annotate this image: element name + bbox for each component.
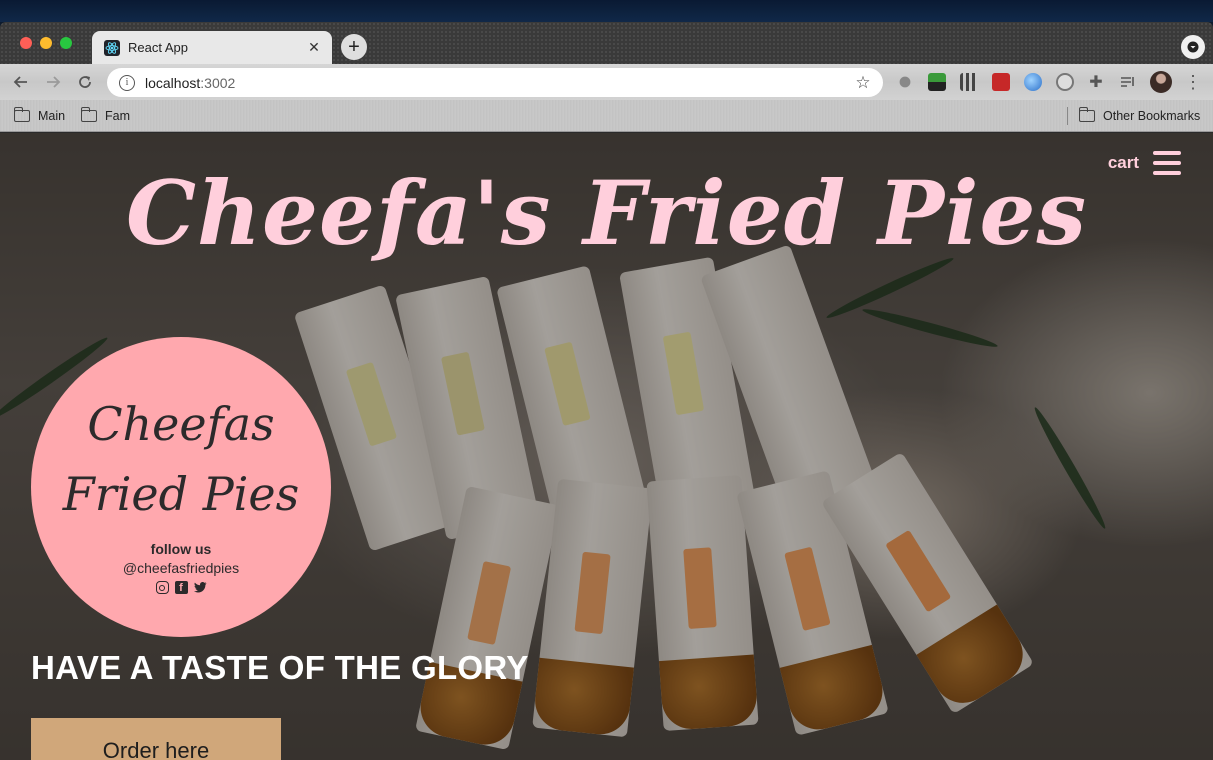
bookmark-label: Main (38, 109, 66, 123)
reading-list-icon[interactable] (1116, 70, 1140, 94)
new-tab-button[interactable]: + (341, 34, 367, 60)
folder-icon (80, 107, 97, 122)
bug-extension-icon[interactable] (896, 73, 914, 91)
back-arrow-icon[interactable] (9, 70, 33, 94)
folder-icon (1078, 107, 1095, 122)
columns-extension-icon[interactable] (960, 73, 978, 91)
twitter-icon[interactable] (193, 581, 207, 594)
cart-nav[interactable]: cart (1108, 151, 1181, 175)
other-bookmarks-folder[interactable]: Other Bookmarks (1078, 106, 1201, 126)
reload-icon[interactable] (73, 70, 97, 94)
web-page: Cheefa's Fried Pies cart Cheefas Fried P… (0, 133, 1213, 760)
folder-icon (13, 107, 30, 122)
tab-react-app[interactable]: React App ✕ (92, 31, 332, 64)
url-text: localhost:3002 (145, 74, 236, 91)
logo-line-1: Cheefas (87, 397, 275, 451)
bookmark-folder-fam[interactable]: Fam (80, 106, 130, 126)
social-handle: @cheefasfriedpies (122, 560, 240, 576)
browser-toolbar: i localhost:3002 ☆ ✚ ⋮ (0, 64, 1213, 100)
hamburger-menu-icon[interactable] (1153, 151, 1181, 175)
site-title: Cheefa's Fried Pies (125, 161, 1087, 265)
brand-logo: Cheefas Fried Pies follow us @cheefasfri… (31, 337, 331, 637)
browser-window: React App ✕ + i localhost:3002 ☆ ✚ ⋮ Mai… (0, 22, 1213, 760)
minimize-window-button[interactable] (40, 37, 52, 49)
bookmark-star-icon[interactable]: ☆ (851, 73, 875, 93)
facebook-icon[interactable]: f (174, 581, 188, 594)
social-links: f (155, 581, 207, 594)
order-here-button[interactable]: Order here (31, 718, 281, 760)
cart-link[interactable]: cart (1108, 153, 1139, 173)
tab-search-button[interactable] (1181, 35, 1205, 59)
extensions-puzzle-icon[interactable]: ✚ (1084, 70, 1108, 94)
tab-strip: React App ✕ + (0, 22, 1213, 64)
hero-tagline: HAVE A TASTE OF THE GLORY (31, 649, 529, 686)
tab-title: React App (128, 40, 188, 55)
bookmark-label: Other Bookmarks (1103, 109, 1201, 123)
address-bar[interactable]: i localhost:3002 ☆ (107, 68, 883, 97)
maximize-window-button[interactable] (60, 37, 72, 49)
bookmark-folder-main[interactable]: Main (13, 106, 66, 126)
close-tab-icon[interactable]: ✕ (304, 38, 324, 58)
bookmarks-divider (1067, 107, 1068, 125)
close-window-button[interactable] (20, 37, 32, 49)
globe-extension-icon[interactable] (1024, 73, 1042, 91)
html-validator-extension-icon[interactable] (928, 73, 946, 91)
circle-extension-icon[interactable] (1056, 73, 1074, 91)
instagram-icon[interactable] (155, 581, 169, 594)
follow-us-label: follow us (150, 541, 212, 557)
bookmark-label: Fam (105, 109, 130, 123)
desktop-background (0, 0, 1213, 22)
profile-avatar[interactable] (1150, 71, 1172, 93)
forward-arrow-icon[interactable] (41, 70, 65, 94)
kebab-menu-icon[interactable]: ⋮ (1181, 70, 1205, 94)
logo-wordmark: Cheefas Fried Pies (63, 389, 299, 529)
bookmarks-bar: Main Fam Other Bookmarks (0, 100, 1213, 132)
react-icon (104, 39, 120, 56)
red-extension-icon[interactable] (992, 73, 1010, 91)
logo-line-2: Fried Pies (62, 467, 300, 521)
site-info-icon[interactable]: i (119, 74, 135, 91)
